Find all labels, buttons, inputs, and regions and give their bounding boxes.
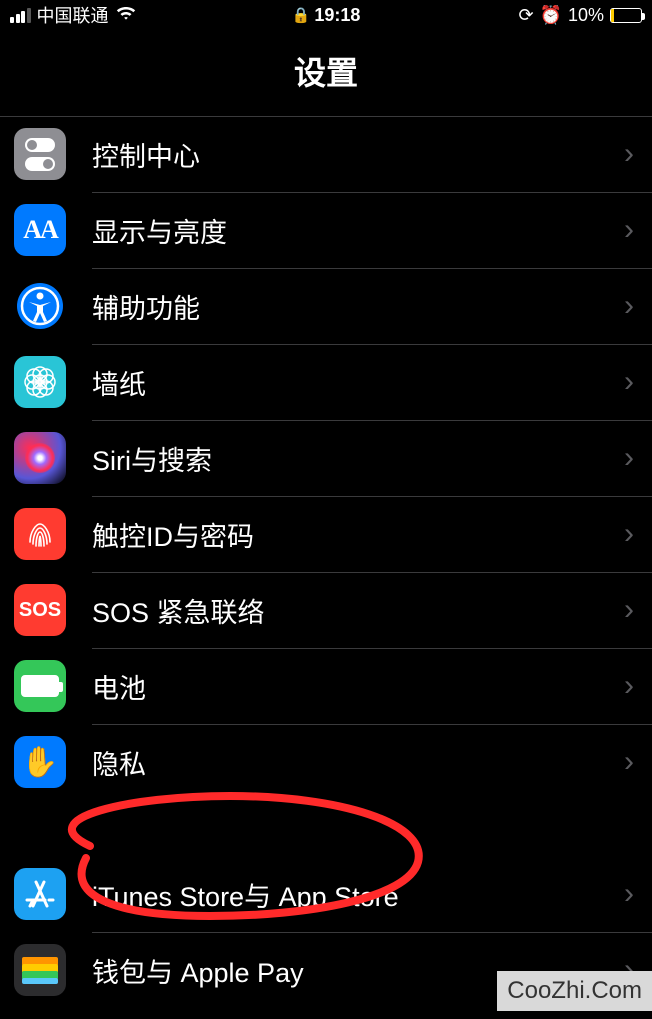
wallpaper-icon [14,356,66,408]
status-center: 🔒 19:18 [292,5,361,26]
sos-text: SOS [19,599,61,622]
row-battery[interactable]: 电池 › [0,648,652,724]
chevron-right-icon: › [624,877,634,911]
carrier-label: 中国联通 [37,2,109,28]
row-label: 辅助功能 [92,287,624,326]
touchid-icon [14,508,66,560]
time-label: 19:18 [314,5,360,26]
battery-row-icon [14,660,66,712]
page-header: 设置 [0,30,652,116]
row-label: Siri与搜索 [92,439,624,478]
chevron-right-icon: › [624,137,634,171]
status-bar: 中国联通 🔒 19:18 ⟳ ⏰ 10% [0,0,652,30]
status-left: 中国联通 [10,2,284,28]
battery-icon [610,8,642,23]
row-label: SOS 紧急联络 [92,591,624,630]
row-label: iTunes Store与 App Store [92,875,624,914]
alarm-icon: ⏰ [540,5,562,26]
watermark: CooZhi.Com [497,971,652,1011]
wifi-icon [115,4,137,26]
chevron-right-icon: › [624,745,634,779]
chevron-right-icon: › [624,213,634,247]
battery-pct: 10% [568,5,604,26]
appstore-icon [14,868,66,920]
row-control-center[interactable]: 控制中心 › [0,116,652,192]
chevron-right-icon: › [624,593,634,627]
settings-group-1: 控制中心 › AA 显示与亮度 › 辅助功能 › 墙纸 › Siri与搜索 › … [0,116,652,800]
row-label: 墙纸 [92,363,624,402]
row-label: 电池 [92,667,624,706]
row-label: 隐私 [92,743,624,782]
sos-icon: SOS [14,584,66,636]
row-accessibility[interactable]: 辅助功能 › [0,268,652,344]
chevron-right-icon: › [624,517,634,551]
chevron-right-icon: › [624,669,634,703]
status-right: ⟳ ⏰ 10% [368,5,642,26]
chevron-right-icon: › [624,365,634,399]
privacy-icon: ✋ [14,736,66,788]
row-label: 控制中心 [92,135,624,174]
control-center-icon [14,128,66,180]
page-title: 设置 [0,48,652,94]
chevron-right-icon: › [624,289,634,323]
wallet-icon [14,944,66,996]
row-siri[interactable]: Siri与搜索 › [0,420,652,496]
row-label: 触控ID与密码 [92,515,624,554]
siri-icon [14,432,66,484]
row-display[interactable]: AA 显示与亮度 › [0,192,652,268]
chevron-right-icon: › [624,441,634,475]
battery-fill [611,9,614,22]
row-wallpaper[interactable]: 墙纸 › [0,344,652,420]
lock-icon: 🔒 [292,6,311,24]
row-touchid[interactable]: 触控ID与密码 › [0,496,652,572]
row-label: 显示与亮度 [92,211,624,250]
row-sos[interactable]: SOS SOS 紧急联络 › [0,572,652,648]
accessibility-icon [14,280,66,332]
signal-icon [10,8,31,23]
row-privacy[interactable]: ✋ 隐私 › [0,724,652,800]
display-icon: AA [14,204,66,256]
rotation-lock-icon: ⟳ [518,5,533,26]
group-gap [0,800,652,856]
row-itunes-appstore[interactable]: iTunes Store与 App Store › [0,856,652,932]
